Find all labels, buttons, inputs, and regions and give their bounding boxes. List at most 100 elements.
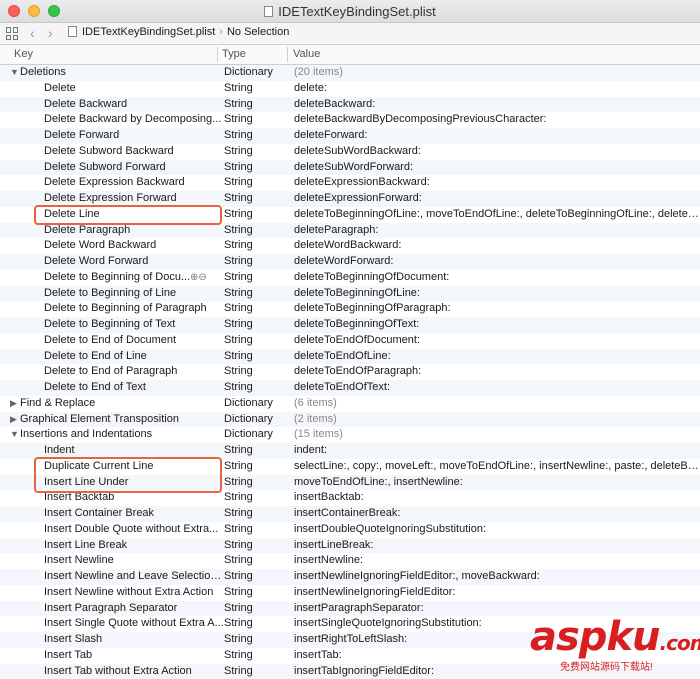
- row-value[interactable]: (6 items): [294, 397, 700, 409]
- table-row[interactable]: Delete to End of DocumentStringdeleteToE…: [0, 333, 700, 349]
- row-type[interactable]: String: [224, 649, 288, 661]
- row-value[interactable]: insertBacktab:: [294, 491, 700, 503]
- row-key[interactable]: Graphical Element Transposition: [20, 413, 200, 425]
- row-type[interactable]: String: [224, 82, 288, 94]
- row-key[interactable]: Delete: [44, 82, 224, 94]
- row-type[interactable]: String: [224, 460, 288, 472]
- table-row[interactable]: Insert Line BreakStringinsertLineBreak:: [0, 538, 700, 554]
- row-key[interactable]: Deletions: [20, 66, 200, 78]
- row-type[interactable]: Dictionary: [224, 413, 288, 425]
- row-type[interactable]: Dictionary: [224, 66, 288, 78]
- row-value[interactable]: deleteToEndOfDocument:: [294, 334, 700, 346]
- row-value[interactable]: deleteToBeginningOfLine:, moveToEndOfLin…: [294, 208, 700, 220]
- row-value[interactable]: deleteToEndOfLine:: [294, 350, 700, 362]
- table-row[interactable]: Delete to End of ParagraphStringdeleteTo…: [0, 364, 700, 380]
- row-type[interactable]: String: [224, 98, 288, 110]
- table-row[interactable]: Delete ForwardStringdeleteForward:: [0, 128, 700, 144]
- row-value[interactable]: (20 items): [294, 66, 700, 78]
- row-value[interactable]: indent:: [294, 444, 700, 456]
- row-type[interactable]: String: [224, 633, 288, 645]
- section-row[interactable]: ▼Insertions and IndentationsDictionary(1…: [0, 427, 700, 443]
- row-type[interactable]: String: [224, 365, 288, 377]
- row-value[interactable]: (2 items): [294, 413, 700, 425]
- column-divider[interactable]: [217, 47, 218, 62]
- row-type[interactable]: String: [224, 302, 288, 314]
- row-key[interactable]: Insert Single Quote without Extra A...: [44, 617, 224, 629]
- row-type[interactable]: String: [224, 554, 288, 566]
- row-type[interactable]: String: [224, 507, 288, 519]
- row-type[interactable]: String: [224, 476, 288, 488]
- row-key[interactable]: Delete Subword Backward: [44, 145, 224, 157]
- row-value[interactable]: moveToEndOfLine:, insertNewline:: [294, 476, 700, 488]
- row-value[interactable]: deleteWordForward:: [294, 255, 700, 267]
- section-row[interactable]: ▶Find & ReplaceDictionary(6 items): [0, 396, 700, 412]
- row-type[interactable]: String: [224, 208, 288, 220]
- row-value[interactable]: deleteExpressionBackward:: [294, 176, 700, 188]
- row-type[interactable]: String: [224, 271, 288, 283]
- table-row[interactable]: Insert NewlineString insertNewline:: [0, 553, 700, 569]
- value-column-header[interactable]: Value: [293, 48, 320, 60]
- row-type[interactable]: String: [224, 255, 288, 267]
- row-key[interactable]: Delete to Beginning of Text: [44, 318, 224, 330]
- row-type[interactable]: String: [224, 491, 288, 503]
- row-type[interactable]: String: [224, 539, 288, 551]
- row-value[interactable]: deleteExpressionForward:: [294, 192, 700, 204]
- table-row[interactable]: Delete to Beginning of Docu...⊕⊖Stringde…: [0, 270, 700, 286]
- row-value[interactable]: deleteToBeginningOfText:: [294, 318, 700, 330]
- column-divider[interactable]: [287, 47, 288, 62]
- key-column-header[interactable]: Key: [14, 48, 33, 60]
- row-key[interactable]: Insertions and Indentations: [20, 428, 200, 440]
- table-row[interactable]: Delete to Beginning of ParagraphStringde…: [0, 301, 700, 317]
- table-row[interactable]: Insert Newline without Extra ActionStrin…: [0, 585, 700, 601]
- jump-bar-file[interactable]: IDETextKeyBindingSet.plist: [82, 26, 215, 38]
- back-arrow-icon[interactable]: ‹: [30, 25, 35, 41]
- row-type[interactable]: String: [224, 287, 288, 299]
- disclosure-down-icon[interactable]: ▼: [10, 67, 19, 77]
- row-key[interactable]: Insert Slash: [44, 633, 224, 645]
- table-row[interactable]: Delete Word BackwardStringdeleteWordBack…: [0, 238, 700, 254]
- row-key[interactable]: Indent: [44, 444, 224, 456]
- table-row[interactable]: Delete Subword BackwardString deleteSubWo…: [0, 144, 700, 160]
- type-column-header[interactable]: Type: [222, 48, 246, 60]
- row-key[interactable]: Delete Backward: [44, 98, 224, 110]
- forward-arrow-icon[interactable]: ›: [48, 25, 53, 41]
- row-type[interactable]: String: [224, 665, 288, 677]
- row-value[interactable]: insertNewlineIgnoringFieldEditor:: [294, 586, 700, 598]
- row-type[interactable]: String: [224, 145, 288, 157]
- row-value[interactable]: deleteToBeginningOfParagraph:: [294, 302, 700, 314]
- row-type[interactable]: String: [224, 444, 288, 456]
- section-row[interactable]: ▶Graphical Element TranspositionDictiona…: [0, 412, 700, 428]
- row-type[interactable]: String: [224, 617, 288, 629]
- row-key[interactable]: Delete Forward: [44, 129, 224, 141]
- table-row[interactable]: Insert Newline and Leave Selection...Str…: [0, 569, 700, 585]
- table-row[interactable]: Delete to Beginning of LineStringdeleteT…: [0, 286, 700, 302]
- row-key[interactable]: Insert Newline: [44, 554, 224, 566]
- row-key[interactable]: Insert Tab without Extra Action: [44, 665, 224, 677]
- row-value[interactable]: (15 items): [294, 428, 700, 440]
- related-items-grid-icon[interactable]: [6, 27, 19, 40]
- row-type[interactable]: String: [224, 161, 288, 173]
- row-key[interactable]: Insert Newline without Extra Action: [44, 586, 224, 598]
- disclosure-right-icon[interactable]: ▶: [10, 398, 17, 409]
- row-type[interactable]: Dictionary: [224, 428, 288, 440]
- row-key[interactable]: Delete Expression Backward: [44, 176, 224, 188]
- row-key[interactable]: Delete to End of Text: [44, 381, 224, 393]
- table-row[interactable]: Insert BacktabStringinsertBacktab:: [0, 490, 700, 506]
- row-type[interactable]: String: [224, 176, 288, 188]
- table-row[interactable]: Delete to End of LineStringdeleteToEndOf…: [0, 349, 700, 365]
- row-type[interactable]: String: [224, 318, 288, 330]
- row-value[interactable]: deleteWordBackward:: [294, 239, 700, 251]
- row-key[interactable]: Delete Word Forward: [44, 255, 224, 267]
- row-key[interactable]: Delete Backward by Decomposing...: [44, 113, 224, 125]
- row-key[interactable]: Delete Expression Forward: [44, 192, 224, 204]
- row-value[interactable]: deleteForward:: [294, 129, 700, 141]
- row-key[interactable]: Find & Replace: [20, 397, 200, 409]
- row-value[interactable]: insertNewlineIgnoringFieldEditor:, moveB…: [294, 570, 700, 582]
- row-value[interactable]: deleteSubWordForward:: [294, 161, 700, 173]
- table-row[interactable]: Delete Expression BackwardString deleteEx…: [0, 175, 700, 191]
- row-value[interactable]: deleteToEndOfParagraph:: [294, 365, 700, 377]
- row-key[interactable]: Delete Word Backward: [44, 239, 224, 251]
- table-row[interactable]: Insert Container BreakStringinsertContai…: [0, 506, 700, 522]
- row-value[interactable]: insertNewline:: [294, 554, 700, 566]
- row-value[interactable]: deleteSubWordBackward:: [294, 145, 700, 157]
